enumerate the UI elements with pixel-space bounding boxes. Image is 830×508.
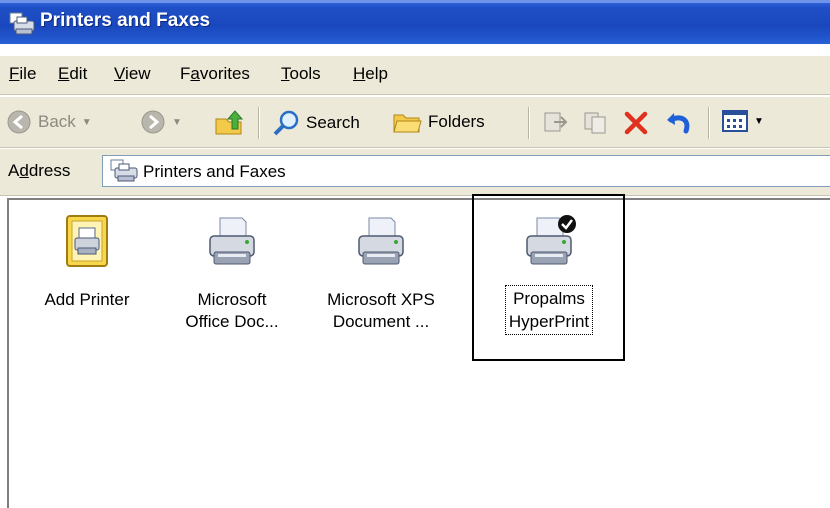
search-button[interactable]: Search (272, 109, 360, 137)
up-folder-icon (215, 110, 244, 135)
item-label-line1: Microsoft (197, 290, 267, 309)
address-field[interactable]: Printers and Faxes (102, 155, 830, 187)
search-label: Search (306, 113, 360, 132)
standard-toolbar: Back ▼ ▼ Search Folders ▼ (0, 97, 830, 148)
address-bar: Address Printers and Faxes (0, 149, 830, 196)
undo-button[interactable] (664, 109, 694, 137)
address-label: Address (8, 161, 71, 180)
menu-help[interactable]: Help (353, 64, 388, 84)
views-dropdown-icon[interactable]: ▼ (754, 116, 764, 127)
folders-icon (393, 114, 422, 133)
folders-label: Folders (428, 112, 485, 131)
toolbar-separator (708, 107, 710, 139)
toolbar-separator (528, 107, 530, 139)
back-arrow-icon (7, 110, 31, 134)
printer-icon (209, 217, 255, 265)
menu-tools[interactable]: Tools (281, 64, 321, 84)
item-label-line2: Office Doc... (185, 312, 279, 331)
folders-button[interactable]: Folders (392, 109, 485, 135)
menu-view[interactable]: View (114, 64, 151, 84)
delete-x-icon (624, 111, 648, 135)
address-value: Printers and Faxes (143, 162, 286, 181)
printers-faxes-icon (110, 159, 138, 182)
views-grid-icon (722, 110, 748, 132)
item-microsoft-office-doc[interactable]: Microsoft Office Doc... (172, 214, 292, 333)
item-microsoft-xps-document[interactable]: Microsoft XPS Document ... (321, 214, 441, 333)
menu-favorites[interactable]: Favorites (180, 64, 250, 84)
forward-dropdown-icon[interactable]: ▼ (172, 117, 182, 128)
undo-icon (667, 113, 690, 134)
menu-file[interactable]: File (9, 64, 36, 84)
up-folder-button[interactable] (214, 109, 244, 137)
item-label: Add Printer (44, 290, 130, 309)
item-label-line2: Document ... (332, 312, 430, 331)
forward-button[interactable]: ▼ (140, 109, 182, 135)
move-to-button[interactable] (542, 109, 570, 135)
printers-faxes-icon (9, 12, 35, 35)
item-add-printer[interactable]: Add Printer (27, 214, 147, 311)
back-label: Back (38, 112, 76, 131)
copy-to-button[interactable] (582, 109, 610, 135)
copy-to-icon (584, 112, 606, 134)
delete-button[interactable] (622, 109, 650, 137)
items-view[interactable]: Add Printer Microsoft Office Doc... Micro… (7, 194, 830, 508)
menu-bar: File Edit View Favorites Tools Help (0, 56, 830, 95)
item-label-line1: Microsoft XPS (327, 290, 435, 309)
add-printer-icon (66, 215, 108, 267)
search-icon (273, 110, 299, 136)
item-propalms-hyperprint[interactable]: Propalms HyperPrint (489, 214, 609, 335)
window-title: Printers and Faxes (40, 10, 211, 31)
back-button[interactable]: Back ▼ (6, 109, 92, 135)
item-label-focused: Propalms HyperPrint (504, 285, 594, 335)
move-to-icon (544, 112, 568, 132)
title-bar[interactable]: Printers and Faxes (0, 0, 830, 44)
forward-arrow-icon (141, 110, 165, 134)
menu-edit[interactable]: Edit (58, 64, 87, 84)
views-button[interactable]: ▼ (722, 109, 764, 133)
printer-icon (358, 217, 404, 265)
default-printer-icon (526, 215, 576, 265)
back-dropdown-icon[interactable]: ▼ (82, 117, 92, 128)
toolbar-separator (258, 107, 260, 139)
